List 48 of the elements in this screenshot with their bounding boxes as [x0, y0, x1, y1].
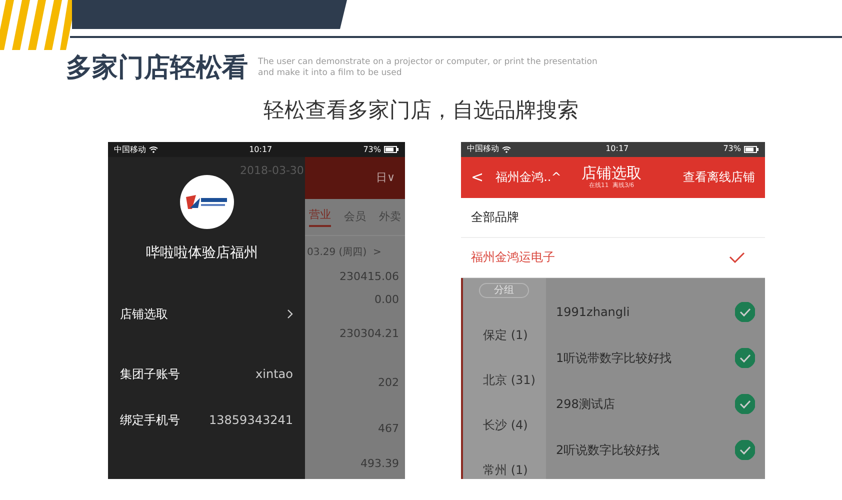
brand-dropdown[interactable]: 福州金鸿..^ [496, 168, 572, 186]
battery-icon [744, 146, 759, 153]
battery-text: 73% [723, 143, 741, 156]
caption-text: and make it into a film to be used [258, 68, 403, 79]
field-value: 13859343241 [209, 412, 293, 429]
checkmark-icon [729, 252, 745, 263]
group-tag: 分组 [479, 283, 529, 298]
period-dropdown[interactable]: 日∨ [376, 170, 395, 186]
store-item[interactable]: 1991zhangli [556, 303, 630, 321]
store-item[interactable]: 2听说数字比较好找 [556, 441, 660, 459]
field-label: 集团子账号 [120, 366, 180, 383]
value-text: 202 [378, 374, 399, 390]
store-name: 哔啦啦体验店福州 [146, 244, 259, 263]
city-item[interactable]: 长沙 (4) [463, 416, 546, 434]
battery-icon [384, 146, 399, 153]
logo-drawing [186, 195, 228, 209]
store-select-item[interactable]: 店铺选取 [108, 302, 305, 326]
city-item[interactable]: 常州 (1) [463, 461, 546, 479]
tab[interactable]: 营业 [309, 206, 331, 228]
battery-text: 73% [363, 144, 381, 156]
wifi-icon [149, 146, 158, 153]
value-text: 230415.06 [340, 269, 399, 285]
offline-stores-link[interactable]: 查看离线店铺 [683, 168, 755, 186]
carrier-text: 中国移动 [114, 144, 146, 156]
store-item[interactable]: 1听说带数字比较好找 [556, 349, 672, 367]
slide-title: 多家门店轻松看 [66, 55, 248, 81]
wifi-icon [502, 146, 511, 153]
value-text: 467 [378, 421, 399, 437]
value-text: 0.00 [374, 292, 399, 308]
city-item[interactable]: 北京 (31) [463, 371, 546, 389]
value-text: 230304.21 [340, 326, 399, 342]
field-value: xintao [256, 366, 293, 383]
time-text: 10:17 [606, 143, 629, 156]
time-text: 10:17 [249, 144, 272, 156]
city-item[interactable]: 保定 (1) [463, 326, 546, 344]
value-text: 493.39 [360, 456, 399, 472]
header-title: 店铺选取 [582, 164, 642, 182]
back-button[interactable]: < [471, 166, 484, 188]
stripes-decoration [0, 0, 72, 50]
field-label: 绑定手机号 [120, 412, 180, 429]
date-navigator[interactable]: 03.29 (周四) > [305, 235, 405, 269]
caption-text: The user can demonstrate on a projector or computer, or print the presentation [258, 57, 598, 68]
tab[interactable]: 外卖 [379, 208, 401, 226]
tab[interactable]: 会员 [344, 208, 366, 226]
chevron-right-icon [287, 309, 293, 319]
carrier-text: 中国移动 [467, 143, 499, 156]
store-item[interactable]: 298测试店 [556, 395, 615, 413]
slide-subtitle: 轻松查看多家门店，自选品牌搜索 [264, 97, 578, 124]
